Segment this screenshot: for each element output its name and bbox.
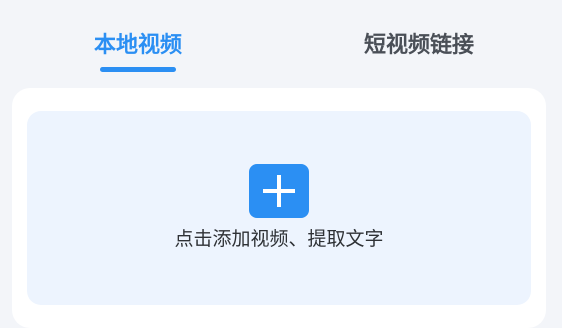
upload-hint: 点击添加视频、提取文字 xyxy=(174,228,384,250)
active-tab-indicator xyxy=(100,67,176,72)
add-video-button[interactable] xyxy=(249,164,309,218)
tab-short-video-link[interactable]: 短视频链接 xyxy=(364,30,474,64)
plus-icon xyxy=(263,175,295,207)
upload-card: 点击添加视频、提取文字 xyxy=(12,88,546,328)
tab-bar: 本地视频 短视频链接 xyxy=(0,0,562,80)
tab-local-video[interactable]: 本地视频 xyxy=(94,30,182,64)
upload-area[interactable]: 点击添加视频、提取文字 xyxy=(27,111,531,305)
